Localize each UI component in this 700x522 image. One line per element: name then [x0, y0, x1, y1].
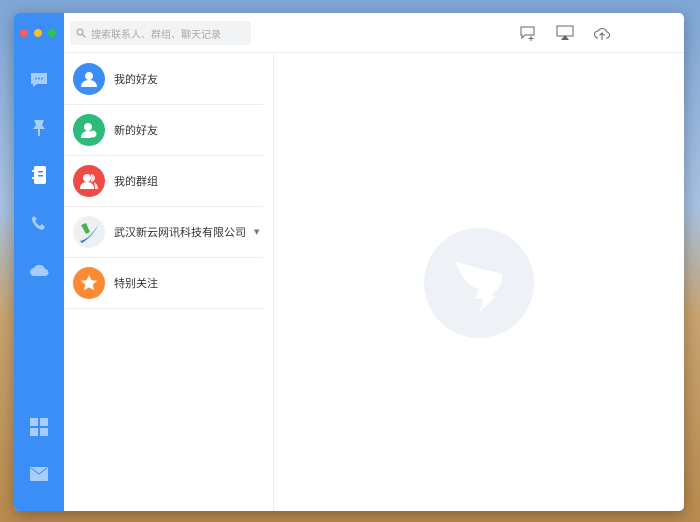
contacts-item-label: 我的好友	[114, 73, 158, 86]
chat-icon[interactable]	[29, 70, 49, 90]
contacts-item-label: 武汉新云网讯科技有限公司	[114, 226, 246, 239]
dingtalk-logo-placeholder	[424, 228, 534, 338]
search-icon	[76, 28, 86, 38]
chevron-down-icon[interactable]: ▼	[254, 228, 259, 236]
company-logo	[73, 216, 105, 248]
maximize-button[interactable]	[48, 29, 56, 37]
minimize-button[interactable]	[34, 29, 42, 37]
app-window: 搜索联系人、群组、聊天记录 我的好友 新的好友 我的群组 武汉新云网讯科技有限公…	[14, 13, 684, 511]
toolbar: 搜索联系人、群组、聊天记录	[64, 13, 684, 53]
contacts-item-label: 我的群组	[114, 175, 158, 188]
contacts-item-my-friends[interactable]: 我的好友	[64, 54, 263, 105]
screen-cast-icon[interactable]	[556, 25, 574, 41]
person-icon	[73, 63, 105, 95]
apps-grid-icon[interactable]	[29, 417, 49, 437]
star-icon	[73, 267, 105, 299]
phone-icon[interactable]	[29, 213, 49, 233]
contacts-list: 我的好友 新的好友 我的群组 武汉新云网讯科技有限公司 ▼ 特别关注	[64, 54, 274, 511]
search-placeholder: 搜索联系人、群组、聊天记录	[91, 29, 221, 41]
contacts-item-company[interactable]: 武汉新云网讯科技有限公司 ▼	[64, 207, 263, 258]
contacts-item-label: 特别关注	[114, 277, 158, 290]
group-icon	[73, 165, 105, 197]
mail-icon[interactable]	[29, 464, 49, 484]
cloud-icon[interactable]	[29, 260, 49, 280]
contacts-item-my-groups[interactable]: 我的群组	[64, 156, 263, 207]
contacts-item-new-friends[interactable]: 新的好友	[64, 105, 263, 156]
new-chat-icon[interactable]	[519, 25, 537, 41]
search-input[interactable]: 搜索联系人、群组、聊天记录	[70, 21, 251, 45]
contacts-item-label: 新的好友	[114, 124, 158, 137]
contacts-item-special-follow[interactable]: 特别关注	[64, 258, 263, 309]
person-add-icon	[73, 114, 105, 146]
cloud-upload-icon[interactable]	[593, 25, 611, 41]
contacts-book-icon[interactable]	[29, 165, 49, 185]
window-controls	[20, 29, 56, 37]
close-button[interactable]	[20, 29, 28, 37]
pin-icon[interactable]	[29, 118, 49, 138]
sidebar	[14, 13, 64, 511]
